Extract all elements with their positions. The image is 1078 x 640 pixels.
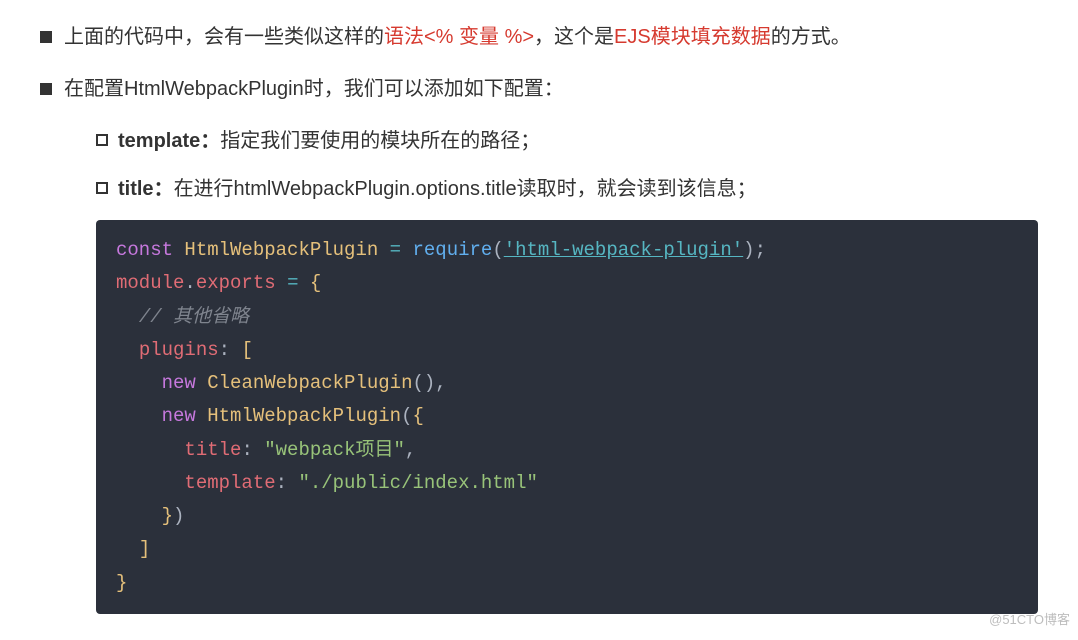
- tok-class-html: HtmlWebpackPlugin: [207, 405, 401, 427]
- sub2-label: title：: [118, 178, 174, 200]
- tok-brace: {: [310, 272, 321, 294]
- tok-brace: }: [116, 572, 127, 594]
- sub-item-title-text: title：在进行htmlWebpackPlugin.options.title…: [118, 172, 757, 206]
- tok-comma: ,: [435, 372, 446, 394]
- square-bullet-icon: [40, 83, 52, 95]
- b1-red-ejs: EJS模块填充数据: [614, 26, 771, 48]
- tok-eq: =: [390, 239, 401, 261]
- hollow-square-bullet-icon: [96, 182, 108, 194]
- tok-plugins: plugins: [139, 339, 219, 361]
- tok-colon: :: [241, 439, 252, 461]
- tok-bracket: [: [241, 339, 252, 361]
- tok-comment: // 其他省略: [139, 306, 249, 328]
- sub-list: template：指定我们要使用的模块所在的路径； title：在进行htmlW…: [40, 124, 1038, 206]
- square-bullet-icon: [40, 31, 52, 43]
- bullet-item-2: 在配置HtmlWebpackPlugin时，我们可以添加如下配置：: [40, 72, 1038, 106]
- tok-paren: (): [412, 372, 435, 394]
- tok-brace: {: [412, 405, 423, 427]
- tok-paren: (: [401, 405, 412, 427]
- tok-paren: ): [743, 239, 754, 261]
- tok-semi: ;: [755, 239, 766, 261]
- tok-colon: :: [219, 339, 230, 361]
- tok-paren: (: [492, 239, 503, 261]
- tok-class-html: HtmlWebpackPlugin: [184, 239, 378, 261]
- tok-title-key: title: [184, 439, 241, 461]
- bullet-item-1: 上面的代码中，会有一些类似这样的语法<% 变量 %>，这个是EJS模块填充数据的…: [40, 20, 1038, 54]
- tok-comma: ,: [405, 439, 416, 461]
- tok-new: new: [162, 372, 196, 394]
- hollow-square-bullet-icon: [96, 134, 108, 146]
- tok-require: require: [412, 239, 492, 261]
- tok-paren: ): [173, 505, 184, 527]
- tok-class-clean: CleanWebpackPlugin: [207, 372, 412, 394]
- b1-mid: ，这个是: [534, 26, 614, 48]
- code-block: const HtmlWebpackPlugin = require('html-…: [96, 220, 1038, 614]
- tok-const: const: [116, 239, 173, 261]
- sub-item-template: template：指定我们要使用的模块所在的路径；: [96, 124, 1038, 158]
- tok-exports: exports: [196, 272, 276, 294]
- sub1-label: template：: [118, 130, 220, 152]
- bullet-1-text: 上面的代码中，会有一些类似这样的语法<% 变量 %>，这个是EJS模块填充数据的…: [64, 20, 851, 54]
- tok-colon: :: [276, 472, 287, 494]
- tok-new: new: [162, 405, 196, 427]
- tok-dot: .: [184, 272, 195, 294]
- sub-item-title: title：在进行htmlWebpackPlugin.options.title…: [96, 172, 1038, 206]
- b1-post: 的方式。: [771, 26, 851, 48]
- tok-bracket: ]: [139, 538, 150, 560]
- sub-item-template-text: template：指定我们要使用的模块所在的路径；: [118, 124, 540, 158]
- tok-brace: }: [162, 505, 173, 527]
- tok-pkg-string: 'html-webpack-plugin': [504, 239, 743, 261]
- sub1-text: 指定我们要使用的模块所在的路径；: [220, 130, 540, 152]
- tok-template-val: "./public/index.html": [298, 472, 537, 494]
- bullet-2-text: 在配置HtmlWebpackPlugin时，我们可以添加如下配置：: [64, 72, 564, 106]
- b1-red-syntax: 语法<% 变量 %>: [384, 26, 534, 48]
- watermark: @51CTO博客: [989, 609, 1070, 628]
- tok-title-val: "webpack项目": [264, 439, 405, 461]
- sub2-text: 在进行htmlWebpackPlugin.options.title读取时，就会…: [174, 178, 757, 200]
- tok-module: module: [116, 272, 184, 294]
- tok-eq: =: [287, 272, 298, 294]
- tok-template-key: template: [184, 472, 275, 494]
- b1-pre: 上面的代码中，会有一些类似这样的: [64, 26, 384, 48]
